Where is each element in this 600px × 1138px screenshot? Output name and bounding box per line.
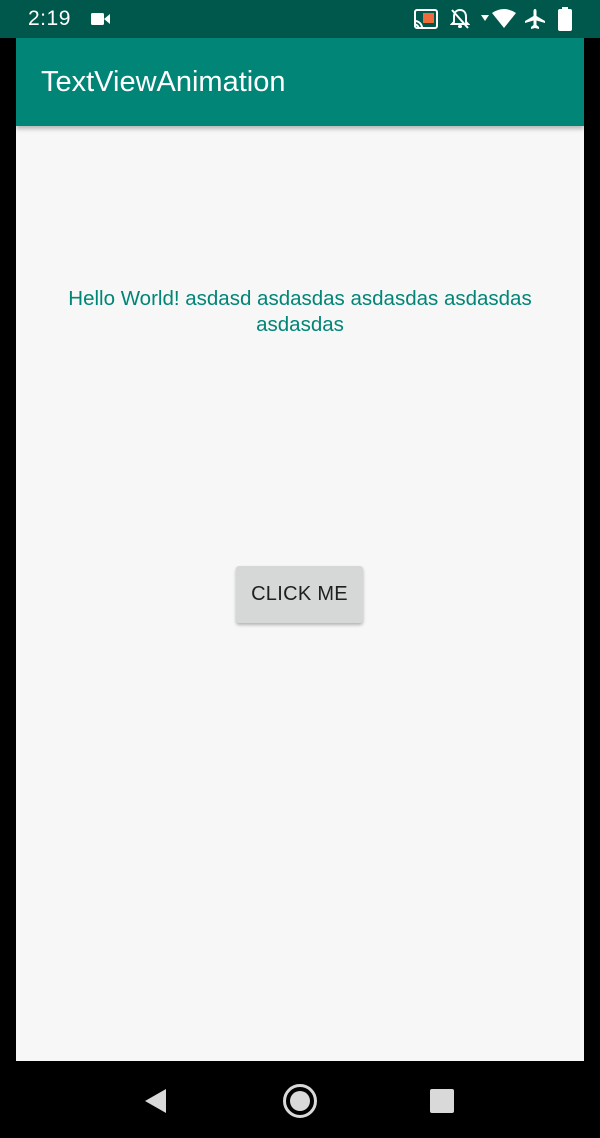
animated-text-view: Hello World! asdasd asdasdas asdasdas as… (68, 287, 532, 336)
app-bar: TextViewAnimation (16, 38, 584, 126)
notifications-off-icon (450, 8, 470, 29)
navigation-bar (0, 1062, 600, 1138)
click-me-button[interactable]: CLICK ME (236, 566, 363, 623)
recents-icon[interactable] (430, 1089, 454, 1113)
status-bar: 2:19 (0, 0, 600, 38)
wifi-icon (481, 9, 516, 28)
video-camera-icon (91, 13, 110, 25)
status-time: 2:19 (28, 7, 71, 30)
home-icon[interactable] (282, 1083, 318, 1119)
main-content: Hello World! asdasd asdasdas asdasdas as… (16, 126, 584, 1061)
airplane-icon (525, 9, 545, 29)
battery-icon (558, 7, 572, 31)
phone-screen: 2:19 TextViewAnimation Hello World! asda… (0, 0, 600, 1138)
back-icon[interactable] (144, 1088, 168, 1114)
app-title: TextViewAnimation (41, 66, 286, 98)
cast-icon (414, 9, 438, 29)
